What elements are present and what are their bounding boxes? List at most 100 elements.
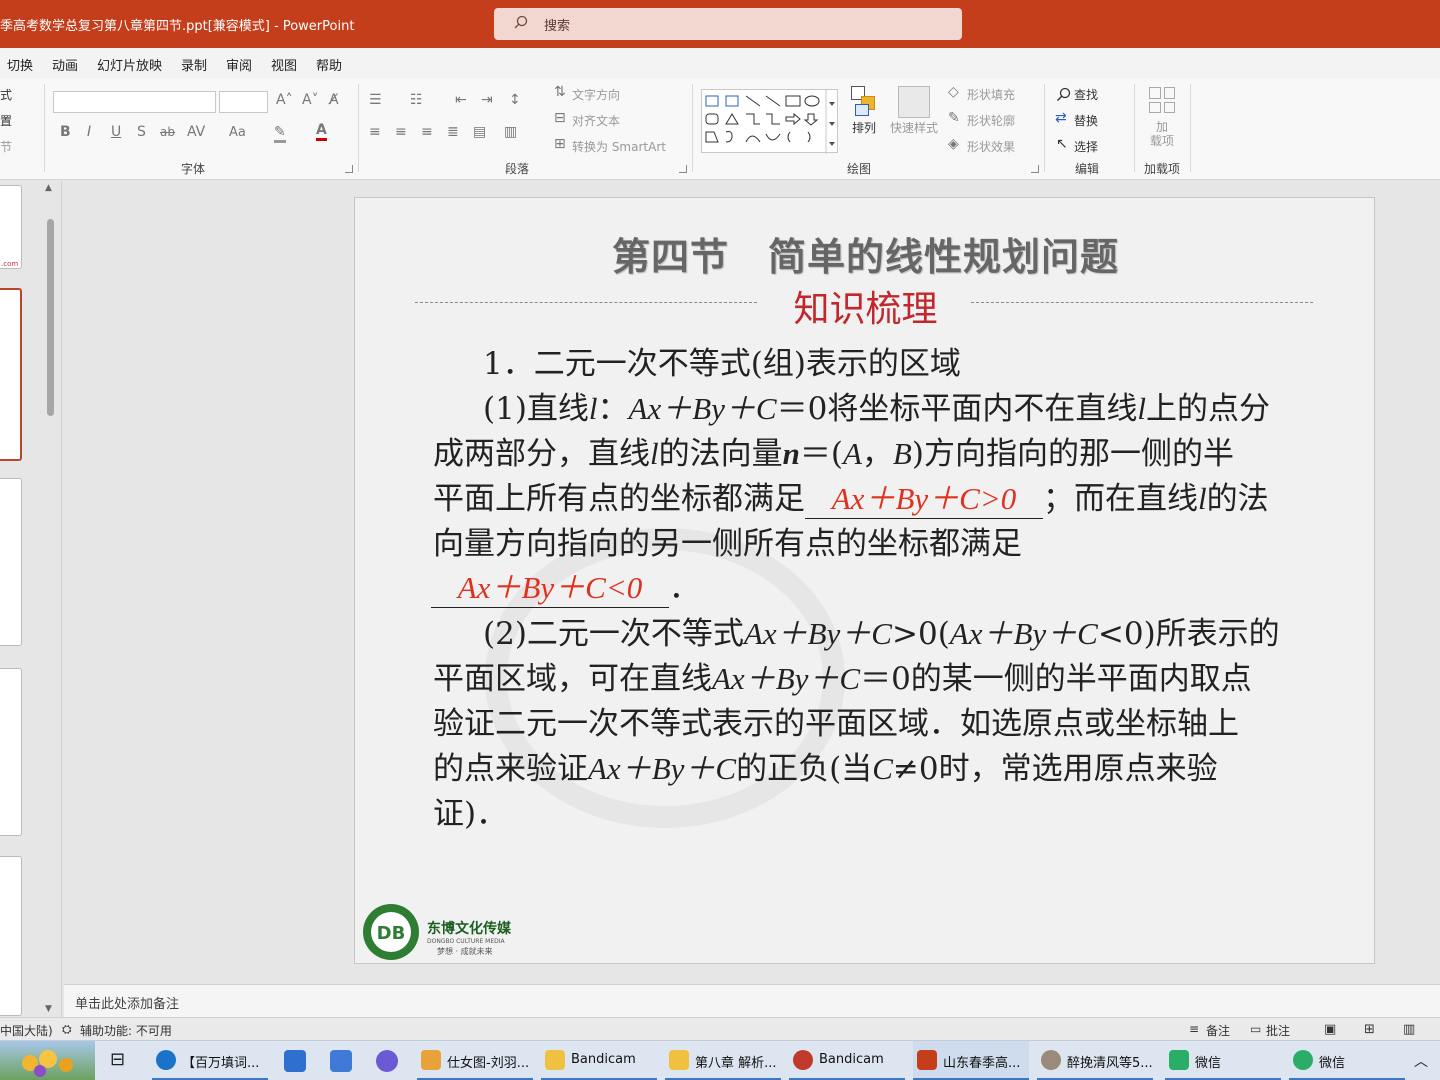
layout-partial[interactable]: 式 xyxy=(0,86,12,103)
scroll-down-icon[interactable]: ▼ xyxy=(45,1004,52,1014)
answer-blank-2[interactable]: Ax＋By＋C<0 xyxy=(431,562,669,608)
body-line[interactable]: 的点来验证Ax＋By＋C的正负(当C≠0时，常选用原点来验 xyxy=(433,743,1218,788)
select-button[interactable]: 选择 xyxy=(1074,138,1098,155)
slide-thumbnail[interactable] xyxy=(0,478,22,646)
task-view-icon[interactable]: ⊟ xyxy=(110,1049,132,1071)
copilot-icon[interactable] xyxy=(376,1050,398,1072)
distributed-icon[interactable]: ▤ xyxy=(473,124,486,140)
body-line[interactable]: (1)直线l：Ax＋By＋C＝0将坐标平面内不在直线l上的点分 xyxy=(483,383,1270,428)
notes-toggle-button[interactable]: 备注 xyxy=(1206,1022,1230,1039)
language-status[interactable]: 中国大陆) xyxy=(0,1022,53,1039)
arrange-button[interactable]: 排列 xyxy=(852,119,876,136)
bold-button[interactable]: B xyxy=(60,124,71,140)
reading-view-icon[interactable]: ▥ xyxy=(1403,1022,1415,1037)
section-partial[interactable]: 节 xyxy=(0,138,12,155)
slide-sorter-icon[interactable]: ⊞ xyxy=(1364,1022,1375,1037)
taskbar-item-wechat-1[interactable]: 微信 xyxy=(1165,1041,1281,1080)
body-line[interactable]: 成两部分，直线l的法向量n＝(A，B)方向指向的那一侧的半 xyxy=(433,428,1234,473)
columns-icon[interactable]: ▥ xyxy=(504,124,517,140)
notes-pane[interactable]: 单击此处添加备注 xyxy=(64,984,1440,1017)
increase-indent-icon[interactable]: ⇥ xyxy=(481,92,493,108)
shape-outline-button[interactable]: 形状轮廓 xyxy=(967,112,1015,129)
taskbar-item-bandicam[interactable]: Bandicam xyxy=(789,1041,905,1080)
shape-effects-button[interactable]: 形状效果 xyxy=(967,138,1015,155)
shape-fill-button[interactable]: 形状填充 xyxy=(967,86,1015,103)
search-box[interactable]: 搜索 xyxy=(494,8,962,40)
taskbar-item-image[interactable]: 仕女图-刘羽... xyxy=(417,1041,533,1080)
tab-record[interactable]: 录制 xyxy=(181,55,207,74)
clear-format-icon[interactable]: A̸ xyxy=(329,92,339,108)
store-icon[interactable] xyxy=(284,1050,306,1072)
body-line[interactable]: Ax＋By＋C<0 ． xyxy=(431,562,700,608)
italic-button[interactable]: I xyxy=(87,124,91,140)
mail-icon[interactable] xyxy=(330,1050,352,1072)
body-line[interactable]: 证)． xyxy=(433,788,507,833)
slide-subtitle[interactable]: 知识梳理 xyxy=(355,280,1376,332)
slide-title[interactable]: 第四节 简单的线性规划问题 xyxy=(355,226,1376,281)
underline-button[interactable]: U xyxy=(111,124,121,140)
shadow-button[interactable]: S xyxy=(137,124,146,140)
body-line[interactable]: 向量方向指向的另一侧所有点的坐标都满足 xyxy=(433,518,1022,563)
slide-thumbnail[interactable] xyxy=(0,856,22,1016)
drawing-dialog-launcher[interactable] xyxy=(1031,165,1039,173)
quick-styles-button[interactable]: 快速样式 xyxy=(890,119,938,136)
addins-button[interactable]: 加 载项 xyxy=(1150,120,1174,148)
decrease-indent-icon[interactable]: ⇤ xyxy=(455,92,467,108)
body-line[interactable]: (2)二元一次不等式Ax＋By＋C>0(Ax＋By＋C<0)所表示的 xyxy=(483,608,1280,653)
taskbar-item-powerpoint[interactable]: 山东春季高... xyxy=(913,1041,1029,1080)
tab-animations[interactable]: 动画 xyxy=(52,55,78,74)
taskbar-item-music[interactable]: 醉挽清风等5... xyxy=(1037,1041,1153,1080)
char-spacing-button[interactable]: AV xyxy=(187,124,205,140)
chevron-up-icon[interactable]: ︿ xyxy=(1414,1051,1436,1073)
shapes-gallery[interactable] xyxy=(701,89,838,154)
accessibility-status[interactable]: 辅助功能: 不可用 xyxy=(80,1022,172,1039)
align-right-icon[interactable]: ≡ xyxy=(421,124,433,140)
reset-partial[interactable]: 置 xyxy=(0,112,12,129)
font-name-field[interactable] xyxy=(53,91,216,113)
heading-1[interactable]: 1．二元一次不等式(组)表示的区域 xyxy=(483,338,961,383)
strikethrough-button[interactable]: ab xyxy=(160,125,175,139)
line-spacing-icon[interactable]: ↕ xyxy=(509,92,521,108)
taskbar-item-edge[interactable]: 【百万填词... xyxy=(152,1041,268,1080)
highlight-icon[interactable]: ✎ xyxy=(274,124,286,143)
paragraph-dialog-launcher[interactable] xyxy=(679,165,687,173)
justify-icon[interactable]: ≣ xyxy=(447,124,459,140)
find-button[interactable]: 查找 xyxy=(1074,86,1098,103)
tab-transitions[interactable]: 切换 xyxy=(7,55,33,74)
taskbar-item-wechat-2[interactable]: 微信 xyxy=(1289,1041,1405,1080)
font-size-field[interactable] xyxy=(219,91,268,113)
taskbar-item-folder-chapter[interactable]: 第八章 解析... xyxy=(665,1041,781,1080)
bullets-icon[interactable]: ☰ xyxy=(369,92,382,108)
slide-thumbnail[interactable]: .com xyxy=(0,185,22,269)
align-text-button[interactable]: 对齐文本 xyxy=(572,112,620,129)
body-line[interactable]: 平面上所有点的坐标都满足 Ax＋By＋C>0 ；而在直线l的法 xyxy=(433,473,1269,519)
tab-slideshow[interactable]: 幻灯片放映 xyxy=(97,55,162,74)
body-line[interactable]: 验证二元一次不等式表示的平面区域．如选原点或坐标轴上 xyxy=(433,698,1239,743)
thumbnail-scrollbar-thumb[interactable] xyxy=(47,219,54,416)
align-center-icon[interactable]: ≡ xyxy=(395,124,407,140)
font-dialog-launcher[interactable] xyxy=(345,165,353,173)
slide-canvas[interactable]: 第四节 简单的线性规划问题 知识梳理 1．二元一次不等式(组)表示的区域 (1)… xyxy=(354,197,1375,964)
body-line[interactable]: 平面区域，可在直线Ax＋By＋C＝0的某一侧的半平面内取点 xyxy=(433,653,1252,698)
tab-help[interactable]: 帮助 xyxy=(316,55,342,74)
answer-blank-1[interactable]: Ax＋By＋C>0 xyxy=(805,473,1043,519)
numbering-icon[interactable]: ☷ xyxy=(410,92,423,108)
replace-button[interactable]: 替换 xyxy=(1074,112,1098,129)
smartart-button[interactable]: 转换为 SmartArt xyxy=(572,138,666,155)
text-direction-button[interactable]: 文字方向 xyxy=(572,86,620,103)
tab-view[interactable]: 视图 xyxy=(271,55,297,74)
increase-font-icon[interactable]: A˄ xyxy=(276,92,293,108)
comments-button[interactable]: 批注 xyxy=(1266,1022,1290,1039)
font-color-icon[interactable]: A xyxy=(316,122,327,141)
decrease-font-icon[interactable]: A˅ xyxy=(302,92,319,108)
tab-review[interactable]: 审阅 xyxy=(226,55,252,74)
taskbar-item-folder-bandicam[interactable]: Bandicam xyxy=(541,1041,657,1080)
start-widget-icon[interactable] xyxy=(0,1041,95,1080)
scroll-up-icon[interactable]: ▲ xyxy=(45,183,52,193)
align-left-icon[interactable]: ≡ xyxy=(369,124,381,140)
slide-thumbnail[interactable] xyxy=(0,668,22,836)
slide-thumbnail-current[interactable] xyxy=(0,288,22,461)
group-drawing-label: 绘图 xyxy=(847,162,872,176)
change-case-button[interactable]: Aa xyxy=(229,125,246,140)
normal-view-icon[interactable]: ▣ xyxy=(1324,1022,1336,1037)
